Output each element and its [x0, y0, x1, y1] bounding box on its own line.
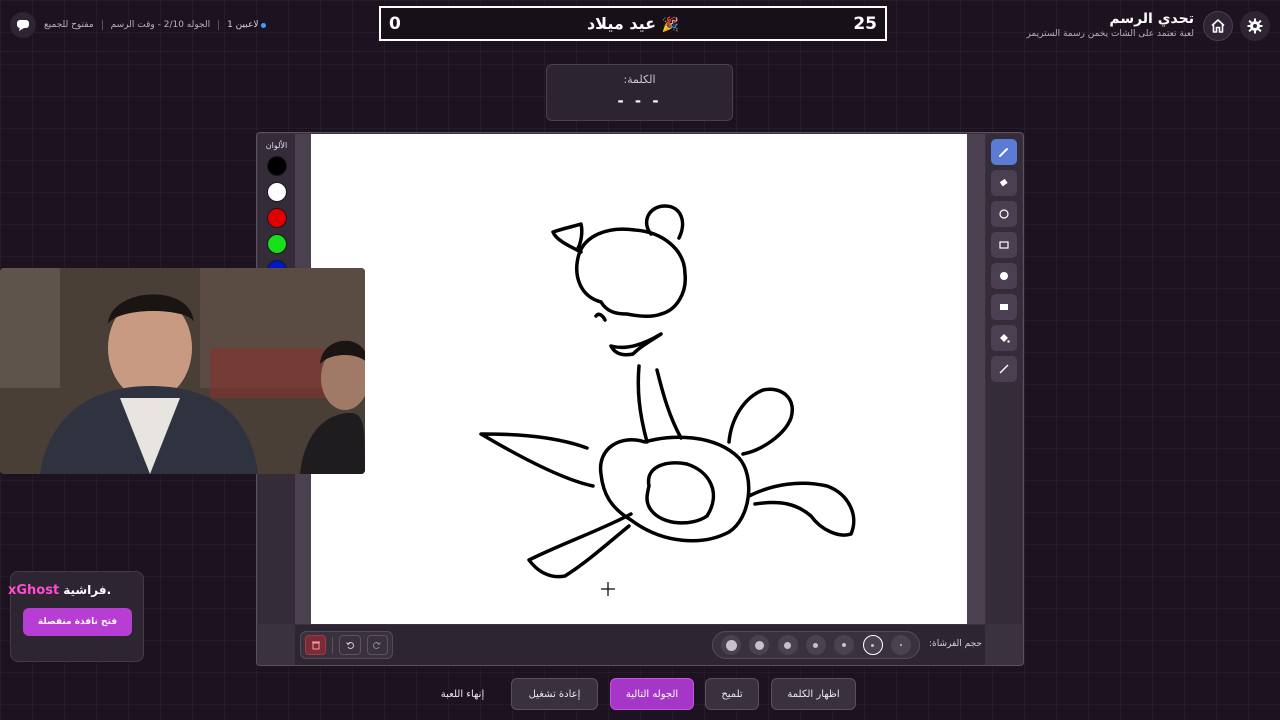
open-popout-button[interactable]: فتح نافذة منفصلة [23, 608, 132, 636]
room-mode: مفتوح للجميع [44, 20, 94, 30]
word-label: الكلمة: [623, 73, 656, 86]
rectangle-outline-icon [999, 241, 1009, 249]
gear-icon [1247, 18, 1263, 34]
top-bar: تحدي الرسم لعبة تعتمد على الشات يخمن رسم… [0, 0, 1280, 52]
hint-button[interactable]: تلميح [705, 678, 759, 710]
next-round-button[interactable]: الجوله التالية [610, 678, 694, 710]
clear-canvas-button[interactable] [305, 635, 327, 655]
online-dot-icon [261, 22, 267, 28]
color-swatch-green[interactable] [266, 234, 287, 254]
home-icon [1211, 19, 1225, 33]
divider [218, 20, 220, 30]
replay-button[interactable]: إعادة تشغيل [511, 678, 598, 710]
eraser-tool[interactable] [991, 170, 1017, 196]
rectangle-filled-icon [1000, 304, 1008, 310]
brush-size-label: حجم الفرشاة: [928, 639, 982, 649]
circle-filled-tool[interactable] [991, 263, 1017, 289]
show-word-button[interactable]: اظهار الكلمة [771, 678, 856, 710]
colors-title: الألوان [265, 141, 288, 150]
stream-overlay-text: xGhost فراشية. [8, 583, 111, 598]
color-swatch-red[interactable] [266, 208, 287, 228]
scoreboard: 0 عيد ميلاد 🎉 25 [379, 6, 887, 41]
redo-icon [373, 642, 382, 649]
right-scroll-strip [967, 134, 985, 624]
rectangle-outline-tool[interactable] [991, 232, 1017, 258]
brush-icon [999, 148, 1008, 157]
overlay-message: فراشية. [63, 583, 112, 597]
tools-panel [986, 134, 1022, 624]
fill-bucket-icon [1000, 334, 1010, 343]
brush-size-3[interactable] [834, 635, 855, 655]
brand-logo[interactable] [10, 12, 36, 38]
divider [332, 637, 334, 653]
circle-outline-icon [999, 209, 1009, 219]
webcam-image [0, 268, 365, 474]
undo-button[interactable] [339, 635, 361, 655]
fill-bucket-tool[interactable] [991, 325, 1017, 351]
brush-size-4[interactable] [805, 635, 826, 655]
line-icon [999, 364, 1009, 374]
color-swatch-white[interactable] [266, 182, 287, 202]
trash-icon [311, 641, 320, 650]
app-subtitle: لعبة تعتمد على الشات يخمن رسمة الستريمر [1026, 29, 1194, 39]
line-tool[interactable] [991, 356, 1017, 382]
settings-button[interactable] [1240, 11, 1270, 41]
player-count: 1 لاعبين [227, 20, 267, 30]
divider [101, 20, 103, 30]
party-popper-icon: 🎉 [661, 17, 680, 33]
title-block: تحدي الرسم لعبة تعتمد على الشات يخمن رسم… [1026, 11, 1194, 41]
brush-size-7[interactable] [721, 635, 742, 655]
brush-tool[interactable] [991, 139, 1017, 165]
brush-size-6[interactable] [749, 635, 770, 655]
chat-bubble-icon [17, 20, 29, 31]
rectangle-filled-tool[interactable] [991, 294, 1017, 320]
brush-size-1[interactable] [890, 635, 911, 655]
circle-filled-icon [1000, 272, 1008, 280]
canvas-actions [300, 631, 393, 659]
current-word-display: عيد ميلاد 🎉 [381, 14, 885, 33]
end-game-button[interactable]: إنهاء اللعبة [425, 678, 500, 710]
word-blanks: - - - [617, 92, 662, 110]
brush-size-2[interactable] [862, 635, 883, 655]
eraser-icon [999, 178, 1008, 187]
color-swatch-black[interactable] [266, 156, 287, 176]
undo-icon [346, 642, 354, 649]
circle-outline-tool[interactable] [991, 201, 1017, 227]
brush-size-5[interactable] [777, 635, 798, 655]
left-score: 0 [389, 13, 401, 34]
sketch-drawing [479, 204, 856, 596]
webcam-feed [0, 268, 365, 474]
right-score: 25 [853, 13, 877, 34]
player-count-text: 1 لاعبين [227, 20, 259, 30]
status-bar: مفتوح للجميع الجوله 2/10 - وقت الرسم 1 ل… [10, 12, 267, 38]
word-panel: الكلمة: - - - [546, 64, 733, 121]
drawing-canvas[interactable] [311, 134, 967, 624]
brush-size-selector [712, 631, 920, 659]
redo-button[interactable] [366, 635, 388, 655]
home-button[interactable] [1203, 11, 1233, 41]
current-word: عيد ميلاد [586, 14, 657, 33]
round-info: الجوله 2/10 - وقت الرسم [110, 20, 211, 30]
app-title: تحدي الرسم [1109, 11, 1194, 27]
overlay-username: xGhost [8, 583, 60, 598]
